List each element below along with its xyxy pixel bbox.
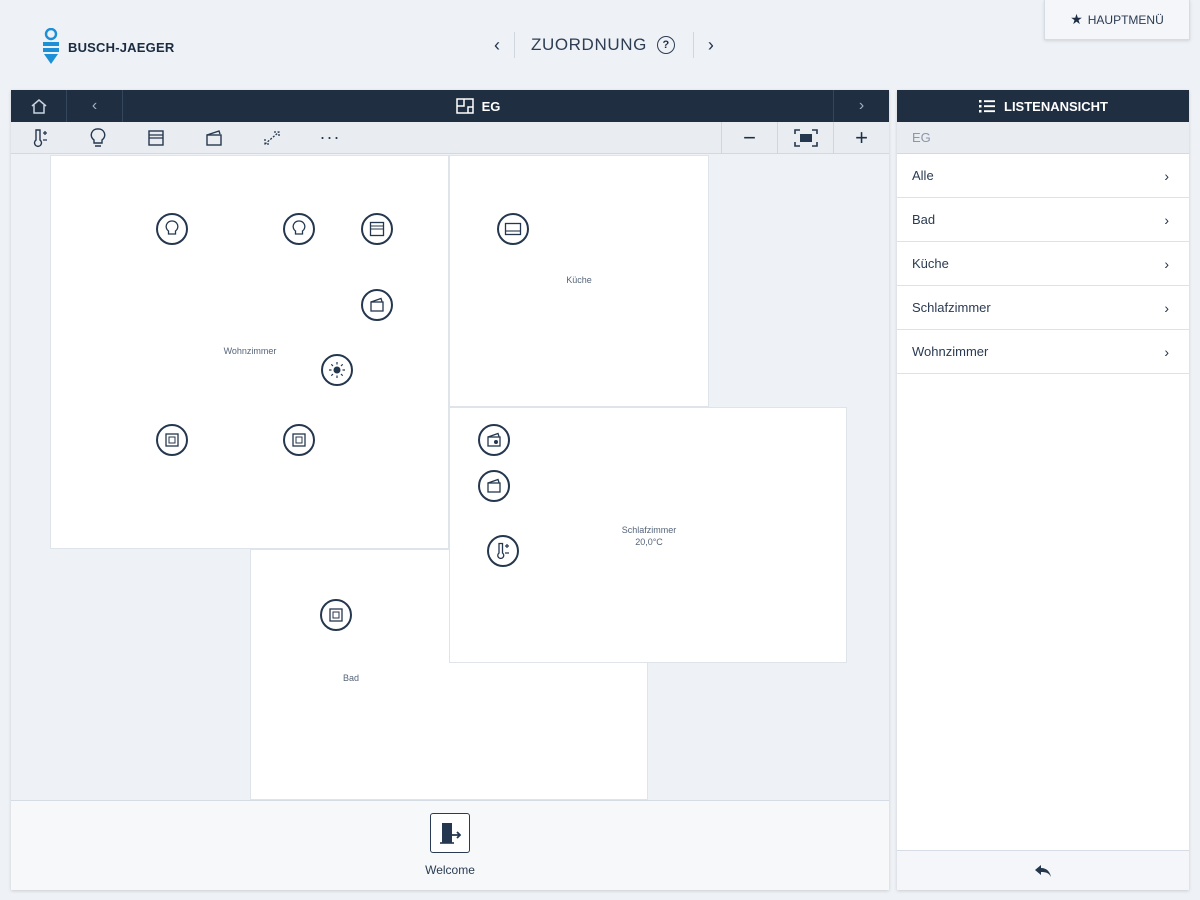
welcome-door-icon (440, 823, 462, 844)
blind-device-1[interactable] (361, 213, 393, 245)
chevron-right-icon: › (1164, 167, 1169, 184)
floor-title: EG (123, 98, 833, 114)
room-label-bad: Bad (342, 673, 360, 683)
back-arrow-icon (1035, 864, 1051, 877)
floor-plan-canvas[interactable]: Wohnzimmer Küche Schlafzimmer 20,0°C Bad (11, 155, 889, 800)
room-temperature: 20,0°C (635, 537, 663, 547)
floor-name: EG (481, 98, 501, 114)
thermometer-icon (497, 542, 509, 560)
socket-device-3[interactable] (320, 599, 352, 631)
chevron-right-icon: › (1164, 343, 1169, 360)
light-bulb-icon (165, 220, 179, 235)
next-page-button[interactable]: › (694, 28, 728, 62)
socket-device-1[interactable] (156, 424, 188, 456)
more-dots-icon: ··· (319, 127, 341, 147)
socket-icon (165, 433, 179, 447)
floor-forward-button[interactable]: › (833, 90, 889, 122)
light-bulb-icon (292, 220, 306, 235)
scene-icon (487, 478, 501, 493)
sun-icon (329, 362, 345, 378)
scene-icon (206, 129, 222, 146)
blind-device-2[interactable] (497, 213, 529, 245)
expand-arrows-icon (264, 130, 280, 145)
socket-icon (329, 608, 343, 622)
room-label-kueche: Küche (566, 275, 592, 285)
blind-icon (148, 129, 164, 146)
list-item-schlafzimmer[interactable]: Schlafzimmer › (897, 286, 1189, 330)
fit-screen-icon (793, 128, 818, 147)
scene-filter-button[interactable] (185, 122, 243, 154)
brand-name: BUSCH-JAEGER (68, 39, 175, 55)
blind-icon (504, 222, 522, 236)
floor-back-button[interactable]: ‹ (67, 90, 123, 122)
back-button[interactable] (897, 850, 1189, 890)
list-icon (979, 100, 995, 113)
list-item-bad[interactable]: Bad › (897, 198, 1189, 242)
floor-plan-toolbar: ··· − + (11, 121, 889, 154)
blind-filter-button[interactable] (127, 122, 185, 154)
socket-device-2[interactable] (283, 424, 315, 456)
thermostat-filter-button[interactable] (11, 122, 69, 154)
list-item-label: Bad (912, 212, 936, 227)
floor-plan-header: ‹ EG › (11, 90, 889, 122)
chevron-right-icon: › (1164, 211, 1169, 228)
fit-to-screen-button[interactable] (777, 121, 833, 154)
list-item-label: Küche (912, 256, 949, 271)
floor-plan-panel: ‹ EG › ··· − + Wohnzimmer Küche Schlafzi… (11, 90, 889, 890)
thermostat-device[interactable] (487, 535, 519, 567)
scene-device-3[interactable] (478, 470, 510, 502)
prev-page-button[interactable]: ‹ (480, 28, 514, 62)
list-view-panel: LISTENANSICHT EG Alle › Bad › Küche › Sc… (897, 90, 1189, 890)
page-title: ZUORDNUNG (531, 35, 647, 54)
dimmer-device-1[interactable] (321, 354, 353, 386)
welcome-label: Welcome (425, 863, 475, 877)
light-filter-button[interactable] (69, 122, 127, 154)
light-device-1[interactable] (156, 213, 188, 245)
scene-icon (370, 297, 384, 312)
more-filter-button[interactable]: ··· (301, 122, 359, 154)
chevron-right-icon: › (1164, 299, 1169, 316)
list-item-label: Schlafzimmer (912, 300, 991, 315)
light-device-2[interactable] (283, 213, 315, 245)
zoom-out-button[interactable]: − (721, 121, 777, 154)
busch-jaeger-logo: BUSCH-JAEGER (42, 28, 174, 66)
main-menu-label: HAUPTMENÜ (1087, 12, 1164, 27)
busch-jaeger-logo-icon (43, 28, 59, 64)
socket-icon (292, 433, 306, 447)
floor-plan-icon (455, 98, 474, 114)
list-item-kueche[interactable]: Küche › (897, 242, 1189, 286)
list-item-alle[interactable]: Alle › (897, 154, 1189, 198)
scene-device-2[interactable] (478, 424, 510, 456)
home-icon (31, 99, 46, 114)
list-breadcrumb: EG (897, 122, 1189, 154)
help-icon[interactable]: ? (656, 36, 675, 54)
thermometer-icon (33, 128, 47, 147)
main-menu-button[interactable]: ★ HAUPTMENÜ (1044, 0, 1190, 40)
list-item-wohnzimmer[interactable]: Wohnzimmer › (897, 330, 1189, 374)
top-navigation: ‹ ZUORDNUNG ? › (480, 28, 728, 62)
light-bulb-icon (90, 127, 106, 147)
room-label-wohnzimmer: Wohnzimmer (223, 346, 277, 356)
scene-icon (487, 432, 501, 447)
list-view-button[interactable]: LISTENANSICHT (897, 90, 1189, 122)
home-button[interactable] (11, 90, 67, 122)
scene-device-1[interactable] (361, 289, 393, 321)
room-label-schlafzimmer: Schlafzimmer (621, 525, 677, 535)
list-item-label: Wohnzimmer (912, 344, 989, 359)
star-icon: ★ (1070, 11, 1083, 27)
zoom-in-button[interactable]: + (833, 121, 889, 154)
floor-plan-footer: Welcome (11, 800, 889, 890)
chevron-right-icon: › (1164, 255, 1169, 272)
blind-icon (369, 221, 385, 237)
welcome-scene-button[interactable] (430, 813, 470, 853)
list-view-title: LISTENANSICHT (1004, 98, 1108, 114)
list-item-label: Alle (912, 168, 934, 183)
shutter-filter-button[interactable] (243, 122, 301, 154)
